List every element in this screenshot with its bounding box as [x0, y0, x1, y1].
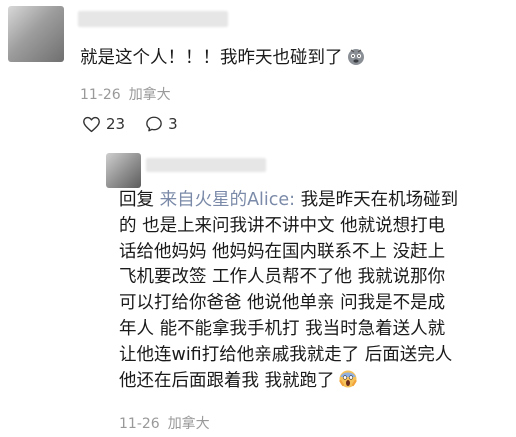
speech-bubble-icon — [146, 116, 162, 132]
reply-line: 的 也是上来问我讲不讲中文 他就说想打电 — [119, 215, 446, 236]
heart-icon — [83, 116, 100, 132]
reply-meta: 11-26 加拿大 — [119, 413, 210, 433]
scared-face-emoji-icon — [346, 46, 366, 73]
reply-date: 11-26 — [119, 416, 160, 432]
reply-line: 我是昨天在机场碰到 — [295, 190, 459, 210]
comment-date: 11-26 — [80, 87, 121, 103]
reply-avatar[interactable] — [106, 153, 141, 188]
comment-location: 加拿大 — [128, 87, 171, 103]
reply-count: 3 — [168, 115, 178, 133]
comment-actions: 23 3 — [82, 115, 198, 133]
reply-prefix: 回复 — [119, 190, 154, 210]
reply-text: 回复 来自火星的Alice: 我是昨天在机场碰到 的 也是上来问我讲不讲中文 他… — [119, 188, 511, 394]
reply-line: 可以打给你爸爸 他说他单亲 问我是不是成 — [119, 293, 446, 314]
comment-text: 就是这个人！！！我昨天也碰到了 — [80, 46, 366, 73]
like-button[interactable]: 23 — [82, 115, 125, 133]
comment-body: 就是这个人！！！我昨天也碰到了 — [80, 48, 343, 68]
reply-line-last: 他还在后面跟着我 我就跑了 — [119, 369, 511, 395]
screaming-face-emoji-icon — [338, 369, 358, 398]
comment-meta: 11-26 加拿大 — [80, 84, 171, 104]
like-count: 23 — [106, 115, 126, 133]
reply-username-blurred[interactable] — [146, 158, 266, 172]
reply-line: 他还在后面跟着我 我就跑了 — [119, 370, 335, 391]
reply-line: 年人 能不能拿我手机打 我当时急着送人就 — [119, 318, 446, 339]
reply-line: 让他连wifi打给他亲戚我就走了 后面送完人 — [119, 344, 453, 365]
reply-line-0: 回复 来自火星的Alice: 我是昨天在机场碰到 — [119, 188, 511, 214]
username-blurred[interactable] — [78, 11, 228, 27]
reply-button[interactable]: 3 — [145, 115, 178, 133]
mention-link[interactable]: 来自火星的Alice: — [160, 190, 295, 210]
reply-line: 飞机要改签 工作人员帮不了他 我就说那你 — [119, 267, 446, 288]
avatar[interactable] — [8, 6, 64, 62]
reply-location: 加拿大 — [167, 416, 210, 432]
reply-line: 话给他妈妈 他妈妈在国内联系不上 没赶上 — [119, 241, 446, 262]
